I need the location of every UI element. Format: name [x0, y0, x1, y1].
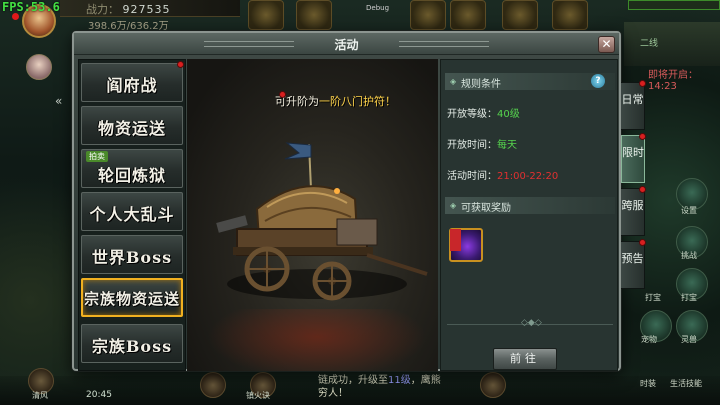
- activity-illustration: 可升阶为一阶八门护符！: [187, 59, 438, 371]
- menu-item-label: 世界Boss: [91, 248, 173, 267]
- skill-icon-4[interactable]: [480, 372, 506, 398]
- chat-message: 链成功，升级至11级，鹰熊 穷人！: [318, 374, 441, 400]
- minimap[interactable]: [624, 22, 720, 66]
- menu-item-label: 宗族Boss: [91, 337, 173, 356]
- tab-cross-server[interactable]: 跨服: [621, 188, 645, 236]
- rules-header: ◈ 规则条件 ?: [445, 73, 615, 90]
- rewards-header-label: 可获取奖励: [461, 203, 511, 214]
- activity-menu: 阎府战 物资运送 拍卖 轮回炼狱 个人大乱斗 世界Boss 宗族物资运送 宗族B…: [78, 59, 186, 371]
- menu-item-clan-supply-transport[interactable]: 宗族物资运送: [81, 278, 183, 317]
- chat-text-level: 11级: [388, 375, 411, 386]
- menu-item-label: 轮回炼狱: [97, 166, 166, 185]
- divider-ornament-icon: ◇◆◇: [521, 318, 542, 328]
- rules-header-label: 规则条件: [461, 79, 501, 90]
- right-label-beast: 灵兽: [681, 335, 697, 344]
- rule-time-label: 开放时间：: [447, 140, 497, 151]
- event-timer: 即将开启：14:23: [648, 70, 698, 92]
- menu-item-label: 个人大乱斗: [89, 205, 175, 224]
- menu-item-world-boss[interactable]: 世界Boss: [81, 235, 183, 274]
- status-box: [628, 0, 720, 10]
- auction-tag: 拍卖: [86, 151, 108, 162]
- rule-level-label: 开放等级：: [447, 109, 497, 120]
- power-value: 927535: [122, 3, 171, 16]
- right-label-challenge: 挑战: [681, 251, 697, 260]
- notification-dot-icon: [639, 186, 646, 193]
- tab-cross-server-label: 跨服: [621, 199, 644, 212]
- notification-dot-icon: [177, 61, 184, 68]
- menu-item-label: 阎府战: [106, 76, 158, 95]
- skill-icon-2[interactable]: [200, 372, 226, 398]
- tab-daily[interactable]: 日常: [621, 82, 645, 130]
- tab-preview-label: 预告: [621, 252, 644, 265]
- gold-amount: 398.6万/636.2万: [88, 21, 169, 32]
- collapse-left-icon[interactable]: «: [55, 94, 62, 108]
- right-label-settings: 设置: [681, 206, 697, 215]
- menu-item-yanfuzhan[interactable]: 阎府战: [81, 63, 183, 102]
- notification-dot-icon: [639, 133, 646, 140]
- art-caption-highlight: 一阶八门护符！: [319, 95, 396, 108]
- skill-label-qingfeng: 清风: [32, 391, 48, 400]
- tab-limited-label: 限时: [622, 146, 644, 159]
- rule-level-value: 40级: [497, 109, 520, 120]
- notification-dot-icon: [639, 80, 646, 87]
- notification-dot-icon: [279, 91, 286, 98]
- top-menu-icon-6[interactable]: [552, 0, 588, 30]
- top-menu-icon-4[interactable]: [450, 0, 486, 30]
- reward-corner-badge: [450, 229, 461, 251]
- right-label-life-skill: 生活技能: [670, 379, 702, 388]
- chat-text-line2: 穷人！: [318, 388, 348, 399]
- diamond-icon: ◈: [450, 77, 457, 86]
- debug-label[interactable]: Debug: [366, 4, 389, 12]
- menu-item-label: 宗族物资运送: [83, 290, 180, 308]
- activity-info-panel: ◈ 规则条件 ? 开放等级：40级 开放时间：每天 活动时间：21:00-22:…: [440, 59, 618, 371]
- right-label-fashion: 时装: [640, 379, 656, 388]
- rule-activity-time: 活动时间：21:00-22:20: [447, 167, 558, 182]
- dialog-header: 活动 ✕: [74, 33, 619, 55]
- top-menu-icon-1[interactable]: [248, 0, 284, 30]
- rule-open-level: 开放等级：40级: [447, 105, 520, 120]
- rewards-header: ◈ 可获取奖励: [445, 197, 615, 214]
- rule-activity-label: 活动时间：: [447, 171, 497, 182]
- dialog-title: 活动: [334, 38, 359, 52]
- activity-dialog: 活动 ✕ 阎府战 物资运送 拍卖 轮回炼狱 个人大乱斗 世界Boss 宗族物资运…: [72, 31, 621, 371]
- menu-item-supply-transport[interactable]: 物资运送: [81, 106, 183, 145]
- notification-dot-icon: [639, 239, 646, 246]
- pet-avatar[interactable]: [26, 54, 52, 80]
- menu-item-label: 物资运送: [97, 119, 166, 138]
- reward-item-amulet-icon[interactable]: [449, 228, 483, 262]
- help-button[interactable]: ?: [591, 74, 605, 88]
- menu-item-personal-brawl[interactable]: 个人大乱斗: [81, 192, 183, 231]
- art-caption: 可升阶为一阶八门护符！: [275, 93, 396, 109]
- fps-counter: FPS:53.69: [2, 0, 68, 14]
- tab-preview[interactable]: 预告: [621, 241, 645, 289]
- power-bar: 战力： 927535: [60, 0, 240, 17]
- rule-open-time: 开放时间：每天: [447, 136, 517, 151]
- vip-icon[interactable]: [296, 0, 332, 30]
- diamond-icon: ◈: [450, 201, 457, 210]
- right-label-treasure: 打宝: [681, 293, 697, 302]
- top-menu-icon-3[interactable]: [410, 0, 446, 30]
- chat-text-a: 链成功，升级至: [318, 375, 388, 386]
- top-menu-icon-5[interactable]: [502, 0, 538, 30]
- menu-item-clan-boss[interactable]: 宗族Boss: [81, 324, 183, 363]
- rule-activity-value: 21:00-22:20: [497, 171, 559, 182]
- clock: 20:45: [86, 390, 112, 400]
- menu-item-reincarnation-hell[interactable]: 拍卖 轮回炼狱: [81, 149, 183, 188]
- chat-text-c: ，鹰熊: [410, 375, 441, 386]
- close-button[interactable]: ✕: [598, 36, 615, 53]
- rule-time-value: 每天: [497, 140, 517, 151]
- goto-button[interactable]: 前往: [493, 348, 557, 370]
- tab-limited[interactable]: 限时: [621, 135, 645, 183]
- right-label-treasure-2: 打宝: [645, 293, 661, 302]
- power-label: 战力：: [86, 3, 119, 16]
- tab-daily-label: 日常: [621, 93, 644, 106]
- right-label-pet: 宠物: [641, 335, 657, 344]
- skill-label-fire: 镇火诀: [246, 391, 270, 400]
- record-indicator-icon: [12, 13, 19, 20]
- server-line-label[interactable]: 二线: [640, 36, 658, 49]
